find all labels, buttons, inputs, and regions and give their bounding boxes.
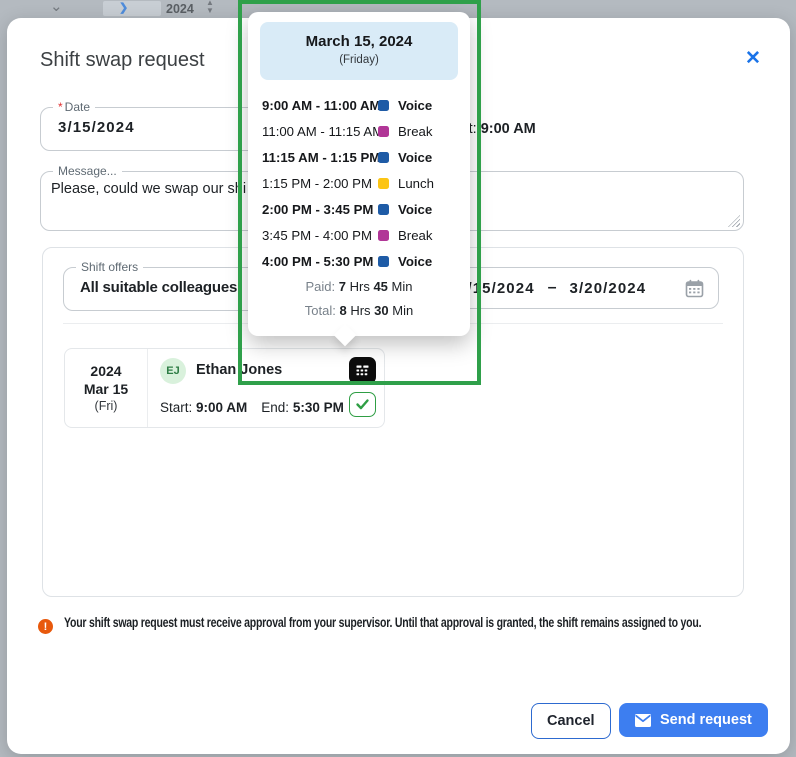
slot-activity: Voice [398,150,432,165]
slot-activity: Voice [398,254,432,269]
email-icon [635,714,651,727]
resize-handle[interactable] [728,215,740,227]
warning-text: Your shift swap request must receive app… [64,612,735,634]
nav-next-box: ❯ [103,1,161,16]
slot-activity: Voice [398,202,432,217]
send-button-label: Send request [660,712,752,728]
schedule-slot-row: 4:00 PM - 5:30 PM Voice [262,248,470,274]
close-icon[interactable]: ✕ [745,47,761,70]
activity-color-swatch [378,230,389,241]
year-spinner-down-icon: ▼ [206,6,214,15]
card-shift-times: Start: 9:00 AM End: 5:30 PM [160,400,344,415]
paid-row: Paid: 7 Hrs 45 Min [248,279,470,294]
popover-header: March 15, 2024 (Friday) [260,22,458,80]
schedule-slot-row: 2:00 PM - 3:45 PM Voice [262,196,470,222]
check-icon [355,398,370,411]
view-schedule-button[interactable] [349,357,376,384]
paid-label: Paid: [306,279,339,294]
activity-color-swatch [378,126,389,137]
schedule-icon [355,363,370,378]
slot-activity: Break [398,124,432,139]
activity-color-swatch [378,152,389,163]
schedule-slot-row: 9:00 AM - 11:00 AM Voice [262,92,470,118]
required-asterisk: * [58,100,63,114]
range-separator: – [548,279,557,297]
duration-segment: Hrs [346,279,373,294]
shift-offers-label: Shift offers [76,260,143,274]
schedule-slot-row: 11:15 AM - 1:15 PM Voice [262,144,470,170]
card-end-value: 5:30 PM [293,400,344,415]
year-display: 2024 [166,2,194,16]
slot-time: 1:15 PM - 2:00 PM [262,176,378,191]
schedule-popover: March 15, 2024 (Friday) 9:00 AM - 11:00 … [248,12,470,336]
card-start-label: Start: [160,400,196,415]
activity-color-swatch [378,204,389,215]
date-field-label: *Date [53,100,95,114]
card-date: Mar 15 [84,381,128,397]
slot-activity: Lunch [398,176,434,191]
warning-icon: ! [38,619,53,634]
date-field-value: 3/15/2024 [58,119,135,136]
schedule-slot-row: 11:00 AM - 11:15 AM Break [262,118,470,144]
date-range-field[interactable]: 3/15/2024 – 3/20/2024 [449,267,719,309]
slot-time: 2:00 PM - 3:45 PM [262,202,378,217]
message-field-label: Message... [53,164,122,178]
slot-time: 11:00 AM - 11:15 AM [262,124,378,139]
message-field-value: Please, could we swap our shi [51,181,246,197]
duration-segment: 45 [373,279,387,294]
collapse-chevron-icon: ⌄ [50,0,63,15]
card-year: 2024 [90,363,121,379]
shift-offer-card[interactable]: 2024 Mar 15 (Fri) EJ Ethan Jones Start: … [64,348,385,428]
total-value: 8 Hrs 30 Min [339,303,413,318]
nav-next-icon: ❯ [119,1,128,14]
dialog-title: Shift swap request [40,49,205,72]
schedule-slots: 9:00 AM - 11:00 AM Voice 11:00 AM - 11:15 … [262,92,470,274]
slot-time: 9:00 AM - 11:00 AM [262,98,378,113]
total-label: Total: [305,303,340,318]
slot-time: 3:45 PM - 4:00 PM [262,228,378,243]
popover-weekday: (Friday) [260,54,458,66]
duration-segment: 7 [339,279,346,294]
duration-segment: Hrs [347,303,374,318]
slot-activity: Break [398,228,432,243]
avatar: EJ [160,358,186,384]
card-weekday: (Fri) [95,399,118,413]
schedule-slot-row: 1:15 PM - 2:00 PM Lunch [262,170,470,196]
popover-date: March 15, 2024 [260,33,458,50]
slot-time: 4:00 PM - 5:30 PM [262,254,378,269]
duration-segment: Min [389,303,414,318]
card-start-value: 9:00 AM [196,400,247,415]
paid-value: 7 Hrs 45 Min [339,279,413,294]
activity-color-swatch [378,100,389,111]
card-end-label: End: [261,400,293,415]
start-value: 9:00 AM [481,121,536,137]
shift-offers-value: All suitable colleagues [80,279,237,296]
cancel-button[interactable]: Cancel [531,703,611,739]
schedule-slot-row: 3:45 PM - 4:00 PM Break [262,222,470,248]
calendar-icon[interactable] [685,279,704,298]
duration-segment: 8 [339,303,346,318]
total-row: Total: 8 Hrs 30 Min [248,303,470,318]
activity-color-swatch [378,178,389,189]
colleague-name: Ethan Jones [196,362,282,378]
slot-time: 11:15 AM - 1:15 PM [262,150,378,165]
cancel-button-label: Cancel [547,713,595,729]
duration-segment: 30 [374,303,388,318]
card-date-column: 2024 Mar 15 (Fri) [65,349,148,427]
activity-color-swatch [378,256,389,267]
send-request-button[interactable]: Send request [619,703,768,737]
slot-activity: Voice [398,98,432,113]
selected-check-button[interactable] [349,392,376,417]
range-to-value: 3/20/2024 [570,280,647,297]
duration-segment: Min [388,279,413,294]
